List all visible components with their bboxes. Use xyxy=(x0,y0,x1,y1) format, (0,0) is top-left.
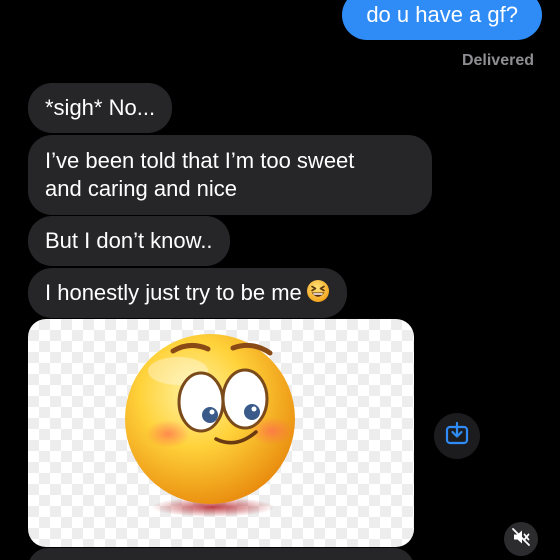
grinning-squinting-face-icon xyxy=(306,279,330,310)
image-attachment[interactable] xyxy=(28,319,414,547)
message-text: I honestly just try to be me xyxy=(45,280,302,305)
incoming-message-bubble[interactable]: I’ve been told that I’m too sweet and ca… xyxy=(28,135,432,215)
incoming-message-bubble[interactable]: But I don’t know.. xyxy=(28,216,230,266)
speaker-muted-icon xyxy=(511,527,531,552)
incoming-message-bubble[interactable]: I honestly just try to be me xyxy=(28,268,347,318)
save-to-photos-icon xyxy=(444,421,470,452)
mute-toggle-button[interactable] xyxy=(504,522,538,556)
messages-screen: do u have a gf? Delivered *sigh* No... I… xyxy=(0,0,560,560)
message-text: do u have a gf? xyxy=(366,2,518,27)
message-text: I’ve been told that I’m too sweet xyxy=(45,148,355,173)
message-text: and caring and nice xyxy=(45,176,238,201)
delivery-status: Delivered xyxy=(461,52,534,69)
incoming-message-bubble-partial[interactable] xyxy=(28,548,414,560)
blushing-emoji-image xyxy=(125,334,295,517)
message-text: But I don’t know.. xyxy=(45,228,213,253)
outgoing-message-bubble[interactable]: do u have a gf? xyxy=(342,0,542,40)
incoming-message-bubble[interactable]: *sigh* No... xyxy=(28,83,173,133)
message-text: *sigh* No... xyxy=(45,95,156,120)
save-image-button[interactable] xyxy=(434,413,480,459)
